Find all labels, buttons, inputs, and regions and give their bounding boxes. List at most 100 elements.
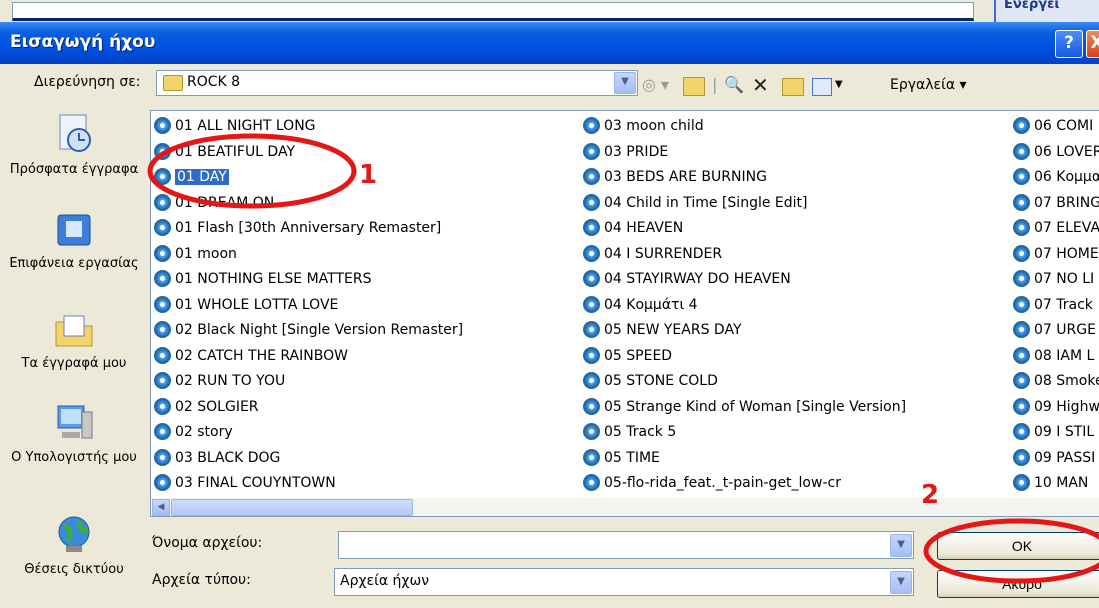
- desktop-icon: [57, 214, 91, 246]
- file-item[interactable]: 07 NO LI: [1013, 267, 1099, 293]
- file-name: 10 MAN: [1034, 475, 1089, 491]
- my-documents-icon: [55, 315, 93, 347]
- file-item[interactable]: 07 Track: [1013, 293, 1099, 319]
- search-web-icon[interactable]: 🔍: [724, 75, 744, 95]
- horizontal-scrollbar[interactable]: ◀: [150, 498, 1099, 517]
- file-item[interactable]: 07 ELEVA: [1013, 216, 1099, 242]
- file-item[interactable]: 07 BRING: [1013, 191, 1099, 217]
- file-item[interactable]: 08 Smoke: [1013, 369, 1099, 395]
- scroll-left-icon[interactable]: ◀: [152, 499, 170, 516]
- file-item[interactable]: 05 NEW YEARS DAY: [583, 318, 1003, 344]
- file-item[interactable]: 01 WHOLE LOTTA LOVE: [154, 293, 574, 319]
- new-folder-icon[interactable]: [782, 78, 804, 96]
- file-name: 05 TIME: [604, 449, 660, 466]
- file-item[interactable]: 01 ALL NIGHT LONG: [154, 114, 574, 140]
- filetype-value: Αρχεία ήχων: [340, 573, 430, 589]
- audio-file-icon: [583, 168, 600, 185]
- cancel-button[interactable]: Άκυρο: [937, 570, 1099, 598]
- file-item[interactable]: 05 Strange Kind of Woman [Single Version…: [583, 395, 1003, 421]
- file-item[interactable]: 01 NOTHING ELSE MATTERS: [154, 267, 574, 293]
- audio-file-icon: [583, 244, 600, 262]
- file-item[interactable]: 09 Highw: [1013, 395, 1099, 421]
- audio-file-icon: [154, 321, 171, 338]
- file-name: 08 Smoke: [1034, 373, 1099, 389]
- audio-file-icon: [583, 321, 600, 338]
- tools-menu[interactable]: Εργαλεία ▾: [890, 75, 967, 95]
- file-item[interactable]: 01 moon: [154, 242, 574, 268]
- file-item[interactable]: 05 STONE COLD: [583, 369, 1003, 395]
- file-item[interactable]: 07 URGE: [1013, 318, 1099, 344]
- file-item[interactable]: 04 STAYIRWAY DO HEAVEN: [583, 267, 1003, 293]
- ok-button[interactable]: OK: [937, 532, 1099, 560]
- views-icon[interactable]: [812, 78, 832, 96]
- file-item[interactable]: 03 BEDS ARE BURNING: [583, 165, 1003, 191]
- audio-file-icon: [1013, 474, 1030, 491]
- audio-file-icon: [1013, 295, 1030, 313]
- file-item[interactable]: 10 MAN: [1013, 471, 1099, 497]
- recent-documents-icon: [59, 114, 91, 152]
- file-item[interactable]: 03 PRIDE: [583, 140, 1003, 166]
- file-item[interactable]: 02 story: [154, 420, 574, 446]
- file-item[interactable]: 05 SPEED: [583, 344, 1003, 370]
- file-name: 05 NEW YEARS DAY: [604, 322, 742, 338]
- file-item[interactable]: 03 FINAL COUYNTOWN: [154, 471, 574, 497]
- scrollbar-thumb[interactable]: [171, 499, 413, 516]
- file-item[interactable]: 06 COMI: [1013, 114, 1099, 140]
- place-label: Ο Υπολογιστής μου: [11, 450, 137, 465]
- filename-input[interactable]: ▼: [338, 531, 914, 559]
- file-item[interactable]: 07 HOME: [1013, 242, 1099, 268]
- filetype-select[interactable]: Αρχεία ήχων ▼: [334, 568, 914, 596]
- file-item[interactable]: 04 HEAVEN: [583, 216, 1003, 242]
- audio-file-icon: [1013, 244, 1030, 262]
- file-name: 02 RUN TO YOU: [175, 373, 286, 389]
- file-name: 04 HEAVEN: [604, 220, 684, 236]
- file-item[interactable]: 08 IAM L: [1013, 344, 1099, 370]
- file-name: 04 STAYIRWAY DO HEAVEN: [604, 271, 791, 287]
- file-item[interactable]: 05-flo-rida_feat._t-pain-get_low-cr: [583, 471, 1003, 497]
- file-item[interactable]: 09 PASSI: [1013, 446, 1099, 472]
- file-item[interactable]: 06 LOVER: [1013, 140, 1099, 166]
- file-item[interactable]: 05 TIME: [583, 446, 1003, 472]
- file-item[interactable]: 04 Κομμάτι 4: [583, 293, 1003, 319]
- audio-file-icon: [1013, 423, 1030, 440]
- file-name: 07 Track: [1034, 296, 1093, 313]
- up-folder-icon[interactable]: [683, 77, 705, 96]
- places-bar: Πρόσφατα έγγραφα Επιφάνεια εργασίας Τα έ…: [0, 102, 148, 608]
- help-button[interactable]: ?: [1055, 30, 1083, 58]
- place-network[interactable]: Θέσεις δικτύου: [0, 512, 148, 579]
- file-name: 01 WHOLE LOTTA LOVE: [175, 296, 339, 313]
- chevron-down-icon[interactable]: ▼: [614, 72, 636, 94]
- back-icon[interactable]: ◎ ▾: [642, 75, 669, 95]
- close-button[interactable]: X: [1086, 30, 1099, 58]
- chevron-down-icon[interactable]: ▼: [890, 571, 912, 594]
- file-name: 03 PRIDE: [604, 143, 669, 160]
- file-item[interactable]: 03 moon child: [583, 114, 1003, 140]
- file-item[interactable]: 02 CATCH THE RAINBOW: [154, 344, 574, 370]
- file-item[interactable]: 01 Flash [30th Anniversary Remaster]: [154, 216, 574, 242]
- delete-icon[interactable]: ✕: [752, 75, 769, 95]
- file-name: 01 BEATIFUL DAY: [175, 143, 296, 160]
- audio-file-icon: [1013, 193, 1030, 211]
- look-in-combo[interactable]: ROCK 8 ▼: [156, 70, 638, 96]
- file-item[interactable]: 02 Black Night [Single Version Remaster]: [154, 318, 574, 344]
- place-recent-documents[interactable]: Πρόσφατα έγγραφα: [0, 112, 148, 179]
- file-item[interactable]: 02 RUN TO YOU: [154, 369, 574, 395]
- file-item[interactable]: 03 BLACK DOG: [154, 446, 574, 472]
- place-my-computer[interactable]: Ο Υπολογιστής μου: [0, 402, 148, 467]
- views-dropdown-icon[interactable]: ▼: [835, 75, 843, 95]
- file-item[interactable]: 04 Child in Time [Single Edit]: [583, 191, 1003, 217]
- chevron-down-icon[interactable]: ▼: [890, 534, 912, 557]
- file-item[interactable]: 01 DREAM ON: [154, 191, 574, 217]
- file-item[interactable]: 05 Track 5: [583, 420, 1003, 446]
- file-item[interactable]: 06 Κομμα: [1013, 165, 1099, 191]
- file-item[interactable]: 09 I STIL: [1013, 420, 1099, 446]
- place-desktop[interactable]: Επιφάνεια εργασίας: [0, 212, 148, 273]
- file-item[interactable]: 02 SOLGIER: [154, 395, 574, 421]
- audio-file-icon: [154, 346, 171, 364]
- file-list[interactable]: 01 ALL NIGHT LONG 01 BEATIFUL DAY 01 DAY 01…: [150, 110, 1099, 500]
- file-item[interactable]: 04 I SURRENDER: [583, 242, 1003, 268]
- file-name: 04 Child in Time [Single Edit]: [604, 194, 808, 211]
- place-my-documents[interactable]: Τα έγγραφά μου: [0, 310, 148, 373]
- file-column-2: 03 moon child 03 PRIDE 03 BEDS ARE BURNING…: [583, 114, 1003, 497]
- network-places-icon: [58, 516, 90, 552]
